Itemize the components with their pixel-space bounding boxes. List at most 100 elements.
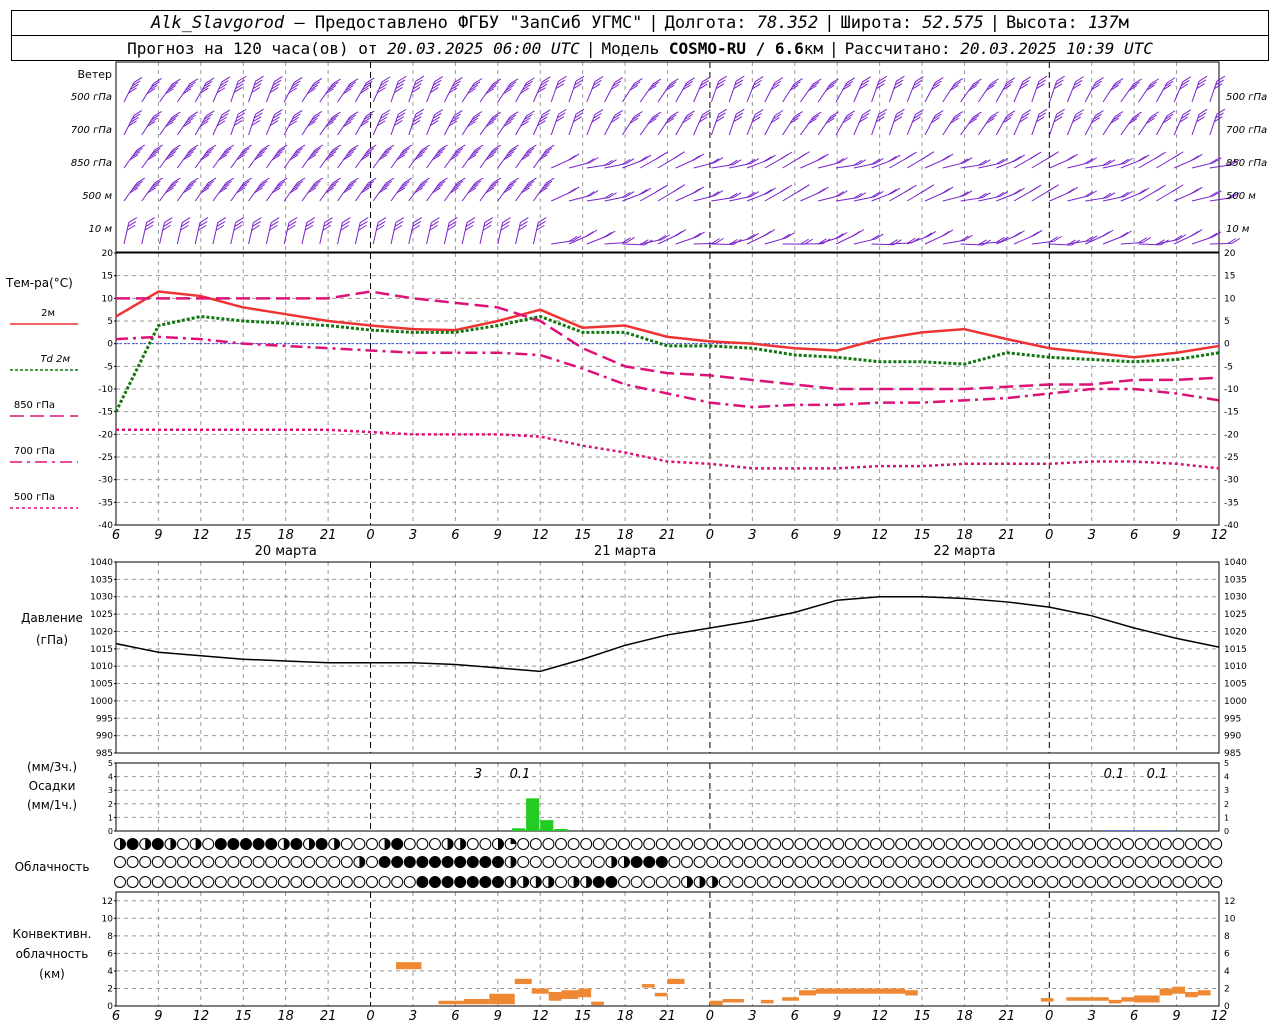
cloud-circle [466,856,479,868]
cloud-circle [1096,876,1109,888]
y-tick-label-right: 15 [1224,272,1235,282]
wind-barb-feather [567,155,576,161]
convective-bar [561,990,579,999]
cloud-circle [366,838,378,850]
cloud-circle [555,856,567,868]
wind-barb-feather [655,153,665,160]
wind-barb-feather [1012,188,1022,195]
wind-barb-feather [1182,109,1192,116]
x-tick-label: 12 [871,1009,888,1024]
cloud-circle [252,856,265,868]
cloud-circle [996,838,1008,850]
cloud-circle [718,856,731,868]
y-tick-label-right: 1010 [1224,662,1247,672]
pressure-panel: 1040 1040 1035 1035 1030 1030 1025 1025 1020 1020… [90,558,1247,759]
wind-barb-feather [1194,186,1203,193]
cloud-circle-half [687,876,693,888]
convective-bar [1066,997,1109,1001]
wind-barb-feather [891,154,901,161]
cloud-circle [731,856,744,868]
wind-barb-feather [237,75,247,82]
convective-bar [799,990,816,996]
wind-barb-feather [1194,153,1203,160]
cloud-circle [655,856,668,868]
convective-bar [1172,986,1186,994]
cloud-circle [920,838,933,850]
wind-barb-feather [692,232,702,239]
cloud-circle [920,856,933,868]
cloud-circle [781,838,794,850]
y-tick-label-right: 0 [1224,827,1229,836]
cloud-circle [1134,856,1147,868]
wind-barb-feather [711,238,720,244]
cloud-circle [290,856,303,868]
cloud-circle [1008,838,1021,850]
cloud-circle [567,856,580,868]
wind-barb-feather [888,189,897,195]
wind-barb-feather [1047,186,1056,193]
wind-barb-feather [274,76,283,82]
y-tick-label-left: 1035 [90,575,113,585]
wind-barb-feather [1137,188,1146,195]
cloud-circle [454,876,467,888]
wind-barb-feather [1208,232,1218,239]
cloud-circle [416,876,429,888]
wind-barb-feather [1016,230,1025,237]
cloud-circle [240,876,252,888]
cloud-circle [378,856,391,868]
x-tick-label: 6 [1130,1009,1138,1024]
wind-barb-feather [1016,187,1025,194]
wind-barb-feather [754,109,764,116]
convective-bar [667,978,685,985]
cloud-circle [366,876,378,888]
precip-annotation: 0.1 [510,767,531,782]
cloud-circle-half [447,838,454,850]
cloud-circle [794,838,807,850]
x-tick-label: 12 [1211,528,1228,543]
cloud-circle [1046,876,1059,888]
cloud-circle [202,838,215,850]
cloud-circle [1071,876,1084,888]
precip-title: Осадки [29,779,76,793]
conv-title-1: Конвективн. [13,927,92,941]
cloud-circle [1033,856,1046,868]
cloud-circle [303,876,315,888]
cloud-circle [378,876,391,888]
cloud-circle [1172,838,1185,850]
cloud-circle [706,838,719,850]
wind-barb-feather [1190,230,1199,237]
wind-barb-feather [695,153,705,160]
y-tick-label-left: 12 [102,897,113,907]
cloud-circle [567,838,580,850]
x-tick-label: 12 [532,528,549,543]
meteogram-chart: 20 2015 1510 105 50 0-5 -5-10 -10-15 -15-20 -20-2… [5,61,1267,1024]
wind-barb-feather [904,186,914,193]
cloud-circle [655,876,668,888]
cloud-circle [769,876,782,888]
wind-barb-feather [1190,155,1200,162]
cloud-circle [781,856,794,868]
x-tick-label: 15 [574,528,591,543]
cloud-circle [227,838,240,850]
convective-bar [531,988,549,994]
cloud-circle [693,856,706,868]
y-tick-label-right: 5 [1224,317,1230,327]
cloud-circle [189,856,202,868]
cloud-circle [1172,876,1185,888]
precip-bar [554,828,568,831]
precip-annotation: 3 [474,767,482,782]
wind-barb-feather [1171,153,1181,160]
precip-panel: 5 5 4 4 3 3 2 2 1 1 0 0 [108,759,1229,836]
cloud-circle-half [170,838,176,850]
cloud-circle [1172,856,1185,868]
wind-barb-feather [780,186,789,193]
cloud-circle [832,876,845,888]
cloud-circle [580,856,593,868]
cloud-circle [479,856,492,868]
wind-barb-feather [1137,155,1146,162]
precip-bar [1148,830,1162,831]
cloud-circle [429,856,441,868]
wind-barb-feather [1095,110,1104,116]
x-tick-label: 0 [706,1009,714,1024]
cloud-circle-half [359,856,365,868]
